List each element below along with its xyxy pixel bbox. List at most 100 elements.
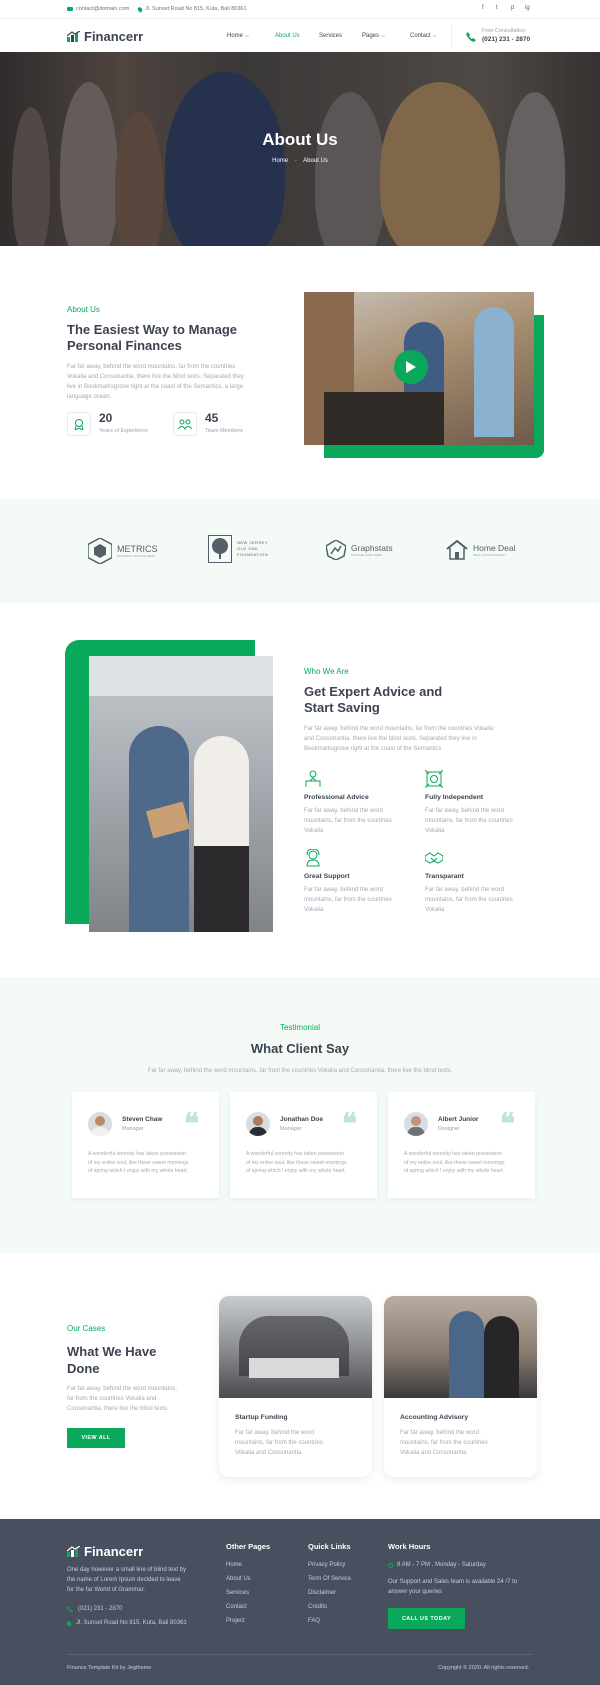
footer-link-project[interactable]: Project bbox=[226, 1618, 245, 1624]
avatar bbox=[88, 1112, 112, 1136]
footer-phone[interactable]: (021) 231 - 2870 bbox=[67, 1606, 122, 1612]
case-card[interactable]: Accounting Advisory Far far away, behind… bbox=[384, 1296, 537, 1477]
footer-address-text: Jl. Sunset Road No 815, Kuta, Bali 80361 bbox=[76, 1620, 187, 1626]
footer-link-faq[interactable]: FAQ bbox=[308, 1618, 320, 1624]
footer-link-credits[interactable]: Credits bbox=[308, 1604, 327, 1610]
case-card[interactable]: Startup Funding Far far away, behind the… bbox=[219, 1296, 372, 1477]
case-title: Startup Funding bbox=[235, 1414, 288, 1421]
experience-icon bbox=[67, 412, 91, 436]
case-photo-table bbox=[249, 1358, 339, 1378]
stat-years-label: Years of Experience bbox=[99, 428, 149, 434]
feature-text-line: Far far away, behind the word bbox=[304, 808, 383, 814]
partner-oak-logo[interactable]: NEW JERSEY OLD OAK FOUNDATION bbox=[208, 535, 268, 563]
cases-title: What We Have Done bbox=[67, 1343, 156, 1377]
consult-phone[interactable]: (021) 231 - 2870 bbox=[482, 36, 530, 43]
nav-contact[interactable]: Contact ⌵ bbox=[410, 33, 436, 39]
case-text-line: mountains, far from the countries bbox=[235, 1440, 323, 1446]
footer-other-title: Other Pages bbox=[226, 1542, 271, 1551]
nav-services-label: Services bbox=[319, 33, 343, 39]
footer-link-services[interactable]: Services bbox=[226, 1590, 249, 1596]
nav-home-label: Home bbox=[227, 33, 244, 39]
client-quote-line: A wonderful serenity has taken possessio… bbox=[88, 1151, 187, 1157]
play-button[interactable] bbox=[394, 350, 428, 384]
client-quote: A wonderful serenity has taken possessio… bbox=[246, 1150, 347, 1176]
footer-about-line: One day however a small line of blind te… bbox=[67, 1567, 187, 1573]
about-title: The Easiest Way to Manage Personal Finan… bbox=[67, 322, 237, 354]
about-label: About Us bbox=[67, 305, 100, 314]
cases-text-line: far from the countries Vokalia and bbox=[67, 1396, 157, 1402]
who-label: Who We Are bbox=[304, 667, 349, 676]
map-pin-icon bbox=[65, 1619, 73, 1627]
footer-link-about[interactable]: About Us bbox=[226, 1576, 251, 1582]
nav-about-label: About Us bbox=[275, 33, 300, 39]
case-text-line: Vokalia and Consonantia bbox=[235, 1450, 302, 1456]
video-thumbnail-person bbox=[474, 307, 514, 437]
who-text-line: Bookmarksgrove right at the coast of the… bbox=[304, 746, 442, 752]
pinterest-icon[interactable]: p bbox=[511, 5, 514, 11]
view-all-button[interactable]: VIEW ALL bbox=[67, 1428, 125, 1448]
nav-pages-label: Pages bbox=[362, 33, 380, 39]
twitter-icon[interactable]: t bbox=[496, 5, 498, 11]
nav-services[interactable]: Services bbox=[319, 33, 342, 39]
phone-icon bbox=[466, 29, 476, 47]
video-thumbnail[interactable] bbox=[304, 292, 534, 445]
partner-metrics-name: METRICS bbox=[117, 544, 158, 554]
footer-link-disclaimer[interactable]: Disclaimer bbox=[308, 1590, 336, 1596]
footer-support-line: Our Support and Sales team is available … bbox=[388, 1579, 518, 1585]
partner-metrics-logo[interactable]: METRICS BUSINESS TAGLINE HERE bbox=[88, 538, 158, 564]
about-text-line: Vokalia and Consonantia, there live the … bbox=[67, 374, 244, 380]
testimonial-label: Testimonial bbox=[279, 1023, 320, 1032]
brand-name: Financerr bbox=[84, 29, 144, 44]
stat-years-value: 20 bbox=[99, 411, 113, 425]
testimonial-title: What Client Say bbox=[250, 1041, 350, 1056]
stat-team-value: 45 bbox=[205, 411, 219, 425]
footer-divider bbox=[67, 1654, 533, 1655]
topbar-address: Jl. Sunset Road No 815, Kuta, Bali 80361 bbox=[136, 5, 247, 13]
footer-brand-name: Financerr bbox=[84, 1544, 144, 1559]
call-us-button[interactable]: CALL US TODAY bbox=[388, 1608, 465, 1629]
chevron-down-icon: ⌵ bbox=[245, 33, 249, 39]
about-text-line: Far far away, behind the word mountains,… bbox=[67, 364, 236, 370]
page-title: About Us bbox=[262, 130, 338, 149]
breadcrumb-current: About Us bbox=[303, 158, 328, 164]
footer-phone-text: (021) 231 - 2870 bbox=[78, 1606, 123, 1612]
partner-homedeal-logo[interactable]: Home Deal REAL ESTATE AGENCY bbox=[446, 540, 516, 560]
cases-text: Far far away, behind the word mountains,… bbox=[67, 1384, 177, 1414]
feature-title: Transparant bbox=[425, 873, 464, 880]
footer-link-terms[interactable]: Term Of Service bbox=[308, 1576, 351, 1582]
testimonial-card: Albert Junior Designer ❝ A wonderful ser… bbox=[388, 1092, 535, 1198]
cases-label: Our Cases bbox=[67, 1324, 106, 1333]
hexagon-icon bbox=[88, 538, 112, 564]
topbar-email[interactable]: contact@domain.com bbox=[67, 6, 129, 12]
instagram-icon[interactable]: ig bbox=[525, 5, 530, 11]
quote-icon: ❝ bbox=[342, 1107, 358, 1140]
feature-text-line: mountains, far from the countries bbox=[304, 818, 392, 824]
footer-link-home[interactable]: Home bbox=[226, 1562, 242, 1568]
nav-home[interactable]: Home ⌵ bbox=[227, 33, 249, 39]
footer-link-privacy[interactable]: Privacy Policy bbox=[308, 1562, 345, 1568]
shield-chart-icon bbox=[326, 540, 346, 560]
case-text: Far far away, behind the word mountains,… bbox=[235, 1428, 323, 1458]
breadcrumb-home[interactable]: Home bbox=[272, 158, 288, 164]
client-role: Designer bbox=[438, 1126, 461, 1132]
nav-pages[interactable]: Pages ⌵ bbox=[362, 33, 385, 39]
footer-link-contact[interactable]: Contact bbox=[226, 1604, 247, 1610]
facebook-icon[interactable]: f bbox=[482, 5, 484, 11]
nav-about[interactable]: About Us bbox=[275, 33, 300, 39]
tree-icon bbox=[208, 535, 232, 563]
client-quote-line: A wonderful serenity has taken possessio… bbox=[246, 1151, 345, 1157]
feature-text-line: Vokalia bbox=[425, 907, 445, 913]
case-photo-person bbox=[484, 1316, 519, 1398]
nav-contact-label: Contact bbox=[410, 33, 431, 39]
footer-logo[interactable]: Financerr bbox=[67, 1544, 143, 1559]
site-footer: Financerr One day however a small line o… bbox=[0, 1519, 600, 1685]
partner-graphstats-name: Graphstats bbox=[351, 543, 393, 553]
logo[interactable]: Financerr bbox=[67, 29, 143, 44]
handshake-icon bbox=[424, 849, 444, 872]
footer-hours: 8 AM - 7 PM , Monday - Saturday bbox=[388, 1562, 486, 1568]
case-text-line: mountains, far from the countries bbox=[400, 1440, 488, 1446]
topbar-address-text: Jl. Sunset Road No 815, Kuta, Bali 80361 bbox=[145, 6, 247, 12]
partner-graphstats-logo[interactable]: Graphstats TAGLINE GOES HERE bbox=[326, 540, 393, 560]
who-photo-frame bbox=[89, 656, 273, 932]
team-icon bbox=[173, 412, 197, 436]
